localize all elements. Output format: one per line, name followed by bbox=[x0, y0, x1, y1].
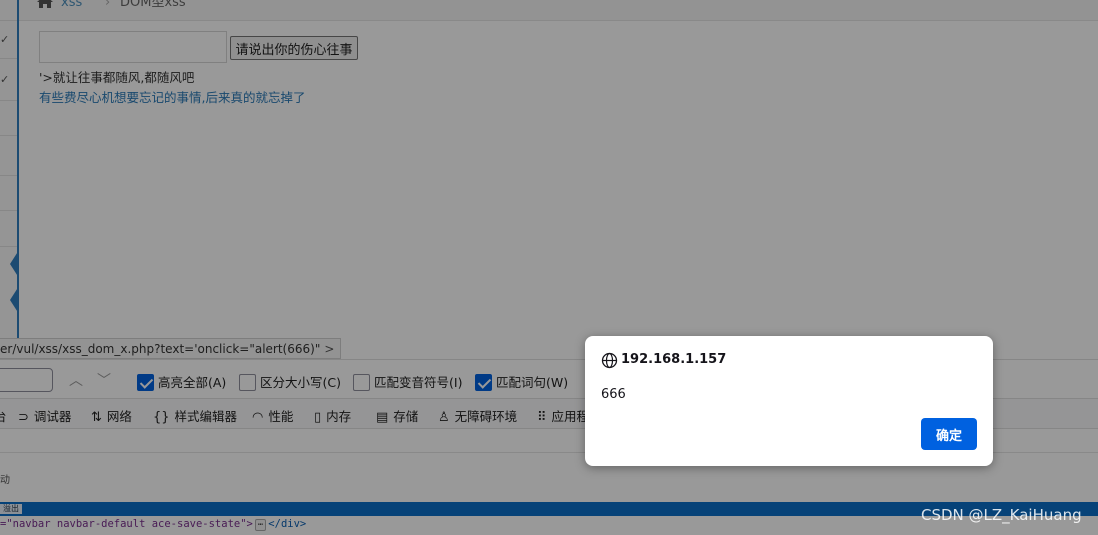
watermark: CSDN @LZ_KaiHuang bbox=[921, 506, 1082, 524]
alert-dialog: 192.168.1.157 666 确定 bbox=[585, 336, 993, 466]
dialog-origin: 192.168.1.157 bbox=[621, 352, 727, 367]
dialog-message: 666 bbox=[601, 387, 626, 402]
ok-button[interactable]: 确定 bbox=[921, 418, 977, 450]
globe-icon bbox=[601, 352, 618, 369]
